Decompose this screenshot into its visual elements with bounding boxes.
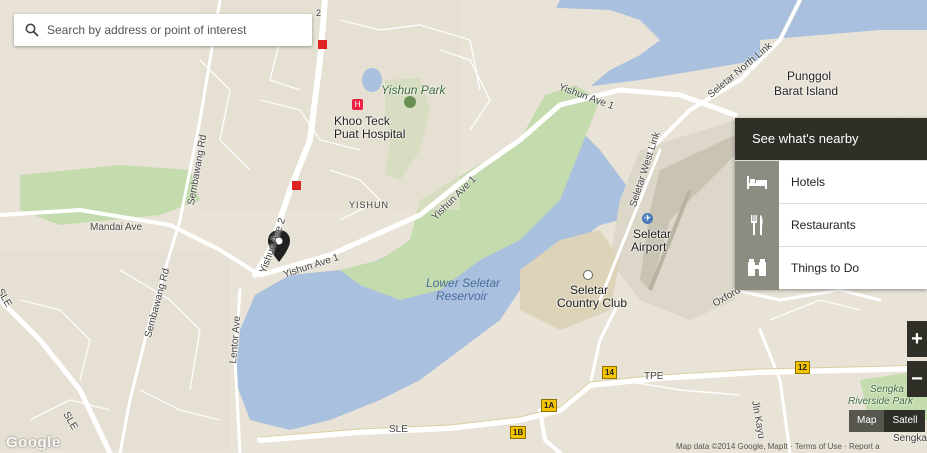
place-label: Airport	[631, 240, 667, 254]
place-label: Punggol	[787, 69, 832, 83]
district-label: YISHUN	[349, 200, 390, 210]
map-type-control: Map Satell	[849, 410, 926, 432]
map-type-satellite-button[interactable]: Satell	[884, 410, 926, 432]
nearby-title: See what's nearby	[735, 118, 927, 160]
search-icon	[25, 23, 39, 37]
nearby-item-label: Things to Do	[791, 261, 860, 275]
place-label: Sengka	[893, 433, 927, 444]
hospital-icon[interactable]: H	[352, 99, 363, 110]
park-icon[interactable]	[404, 96, 416, 108]
exit-shield: 14	[602, 366, 617, 379]
airport-icon[interactable]: ✈	[642, 213, 653, 224]
exit-shield: 1B	[510, 426, 527, 439]
map-type-map-button[interactable]: Map	[849, 410, 885, 432]
nearby-item-restaurants[interactable]: Restaurants	[735, 203, 927, 247]
zoom-out-button[interactable]: −	[907, 361, 927, 397]
zoom-control: + −	[907, 321, 927, 401]
water-label: Lower Seletar	[426, 276, 501, 290]
exit-shield: 12	[795, 361, 810, 374]
place-label: Puat Hospital	[334, 127, 406, 141]
poi-icon[interactable]	[583, 270, 593, 280]
nearby-item-things-to-do[interactable]: Things to Do	[735, 246, 927, 290]
search-input[interactable]	[45, 22, 299, 38]
nearby-item-label: Restaurants	[791, 218, 856, 232]
bed-icon	[747, 176, 767, 189]
map-attribution[interactable]: Map data ©2014 Google, MapIt · Terms of …	[676, 442, 880, 451]
exit-shield: 1A	[541, 399, 558, 412]
place-label: Seletar	[633, 227, 672, 241]
place-label: Seletar	[570, 283, 609, 297]
nearby-item-hotels[interactable]: Hotels	[735, 160, 927, 204]
transit-marker-icon[interactable]	[318, 40, 327, 49]
place-label: Barat Island	[774, 84, 839, 98]
place-label: Khoo Teck	[334, 114, 390, 128]
transit-marker-icon[interactable]	[292, 181, 301, 190]
park-label: Yishun Park	[381, 83, 446, 97]
binoculars-icon	[748, 259, 766, 276]
road-label: 2	[316, 8, 322, 18]
zoom-in-button[interactable]: +	[907, 321, 927, 357]
place-label: Riverside Park	[848, 396, 914, 407]
nearby-item-label: Hotels	[791, 175, 826, 189]
road-label: SLE	[389, 424, 408, 435]
search-box[interactable]	[14, 14, 312, 46]
water-label: Reservoir	[436, 289, 488, 303]
fork-knife-icon	[751, 215, 763, 235]
place-label: Sengka	[870, 384, 904, 395]
place-label: Country Club	[557, 296, 628, 310]
road-label: Mandai Ave	[90, 222, 143, 233]
nearby-panel: See what's nearby Hotels Restaurants Thi…	[735, 118, 927, 290]
road-label: TPE	[644, 371, 664, 382]
google-logo[interactable]: Google	[6, 434, 61, 451]
